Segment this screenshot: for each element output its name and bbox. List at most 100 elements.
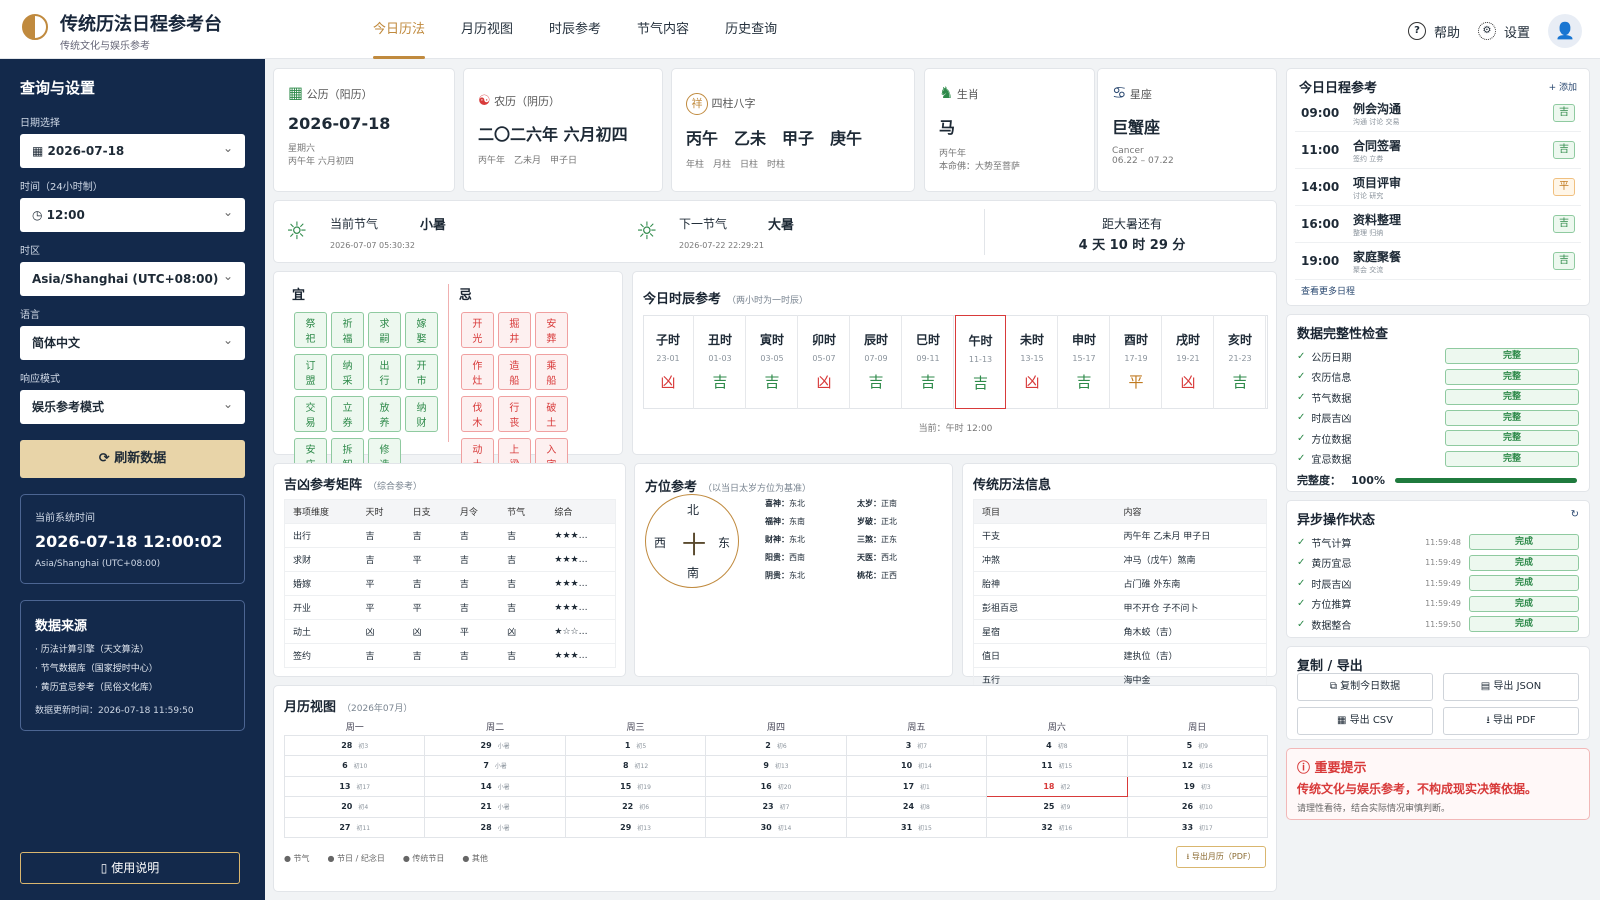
calendar-day[interactable]: 8 初12 (564, 755, 707, 777)
export-csv-button[interactable]: ▦ 导出 CSV (1297, 707, 1433, 735)
schedule-item[interactable]: 16:00 资料整理 整理 归纳 吉 (1295, 206, 1581, 243)
hour-cell[interactable]: 巳时 09-11 吉 (903, 315, 954, 409)
export-json-button[interactable]: ▤ 导出 JSON (1443, 673, 1579, 701)
yi-tag: 交易 (294, 396, 327, 432)
calendar-day[interactable]: 4 初8 (986, 734, 1128, 756)
async-time: 11:59:48 (1425, 537, 1461, 547)
gear-icon[interactable]: ⚙ (1477, 22, 1496, 40)
calendar-day[interactable]: 6 初10 (283, 755, 426, 777)
calendar-day[interactable]: 9 初13 (705, 755, 847, 777)
hour-cell[interactable]: 卯时 05-07 凶 (799, 315, 850, 409)
hour-cell[interactable]: 寅时 03-05 吉 (747, 315, 798, 409)
calendar-day[interactable]: 28 初3 (283, 734, 426, 756)
async-item: ✓ 黄历宜忌 11:59:49 完成 (1297, 553, 1579, 574)
calendar-day[interactable]: 29 小暑 (424, 734, 566, 756)
mode-select[interactable]: 娱乐参考模式 (20, 387, 245, 424)
calendar-day[interactable]: 26 初10 (1126, 796, 1269, 818)
calendar-day[interactable]: 1 初5 (564, 734, 707, 756)
language-select[interactable]: 简体中文 (20, 323, 245, 360)
usage-button[interactable]: ▯ 使用说明 (20, 852, 240, 884)
info-cell: 彭祖百忌 (973, 595, 1104, 620)
hour-cell[interactable]: 午时 11-13 吉 (955, 315, 1006, 409)
calendar-day[interactable]: 12 初16 (1126, 755, 1269, 777)
calendar-day[interactable]: 10 初14 (845, 755, 988, 777)
calendar-day[interactable]: 3 初7 (845, 734, 988, 756)
calendar-day[interactable]: 15 初19 (564, 775, 707, 797)
help-icon[interactable]: ? (1407, 22, 1426, 40)
calendar-day[interactable]: 32 初16 (986, 816, 1128, 838)
tab-month[interactable]: 月历视图 (443, 0, 531, 59)
calendar-day[interactable]: 16 初20 (705, 775, 847, 797)
schedule-item[interactable]: 19:00 家庭聚餐 聚会 交流 吉 (1295, 243, 1581, 280)
ji-tag: 开光 (460, 312, 494, 348)
user-avatar-icon[interactable]: 👤 (1548, 14, 1582, 48)
tab-history[interactable]: 历史查询 (707, 0, 795, 59)
calendar-day[interactable]: 25 初9 (986, 796, 1128, 818)
matrix-card: 吉凶参考矩阵 （综合参考） 事项维度 天时 日支 月令 节气 综合 出行吉吉吉吉 ★★★… 求财吉… (273, 463, 626, 677)
copy-button[interactable]: ⧉ 复制今日数据 (1297, 673, 1433, 701)
time-select[interactable]: ◷ 12:00 (20, 195, 245, 232)
calendar-day[interactable]: 23 初7 (705, 796, 847, 818)
calendar-day[interactable]: 22 初6 (564, 796, 707, 818)
tab-hours[interactable]: 时辰参考 (531, 0, 619, 59)
calendar-day[interactable]: 24 初8 (845, 796, 988, 818)
calendar-day[interactable]: 27 初11 (283, 816, 426, 838)
hour-cell[interactable]: 子时 23-01 凶 (643, 315, 694, 409)
hour-cell[interactable]: 丑时 01-03 吉 (695, 315, 746, 409)
settings-link[interactable]: 设置 (1504, 22, 1530, 41)
calendar-day[interactable]: 28 小暑 (424, 816, 566, 838)
calendar-day[interactable]: 33 初17 (1126, 816, 1269, 838)
calendar-table: 周一 周二 周三 周四 周五 周六 周日 28 初3 29 小暑 1 初5 2 初6 3 初7 4 初8 5 初9 6 初1… (283, 719, 1269, 838)
schedule-item[interactable]: 11:00 合同签署 签约 立券 吉 (1295, 132, 1581, 169)
schedule-item[interactable]: 09:00 例会沟通 沟通 讨论 交易 吉 (1295, 95, 1581, 132)
hour-cell[interactable]: 申时 15-17 吉 (1059, 315, 1110, 409)
legend-dot-icon: ● (402, 854, 413, 863)
calendar-day[interactable]: 5 初9 (1126, 734, 1269, 756)
calendar-day[interactable]: 30 初14 (705, 816, 847, 838)
refresh-button[interactable]: ⟳ 刷新数据 (20, 440, 245, 478)
weekday-header: 周六 (1047, 723, 1066, 734)
matrix-cell: 吉 (357, 643, 405, 668)
help-link[interactable]: 帮助 (1434, 22, 1460, 41)
calendar-day[interactable]: 20 初4 (283, 796, 426, 818)
schedule-item[interactable]: 14:00 项目评审 讨论 研究 平 (1295, 169, 1581, 206)
refresh-icon[interactable]: ↻ (1571, 509, 1579, 528)
direction-value: 西南 (789, 553, 805, 562)
hour-cell[interactable]: 酉时 17-19 平 (1111, 315, 1162, 409)
more-schedule-link[interactable]: 查看更多日程 (1295, 280, 1581, 301)
export-pdf-button[interactable]: ⭳ 导出 PDF (1443, 707, 1579, 735)
hour-cell[interactable]: 未时 13-15 凶 (1007, 315, 1058, 409)
calendar-day[interactable]: 29 初13 (564, 816, 707, 838)
schedule-desc: 讨论 研究 (1353, 191, 1384, 200)
hour-cell[interactable]: 亥时 21-23 吉 (1215, 315, 1266, 409)
calendar-day[interactable]: 14 小暑 (424, 775, 566, 797)
calendar-day[interactable]: 7 小暑 (424, 755, 566, 777)
tab-solar-terms[interactable]: 节气内容 (619, 0, 707, 59)
direction-key: 岁破： (857, 517, 881, 526)
yi-tag: 出行 (368, 354, 401, 390)
date-select[interactable]: ▦ 2026-07-18 (20, 131, 245, 168)
tab-today[interactable]: 今日历法 (355, 0, 443, 59)
zodiac-year: 丙午年 (939, 149, 967, 159)
calendar-day[interactable]: 2 初6 (705, 734, 847, 756)
calendar-day[interactable]: 18 初2 (986, 775, 1128, 797)
calendar-day[interactable]: 21 小暑 (424, 796, 566, 818)
add-schedule-button[interactable]: + 添加 (1549, 80, 1577, 93)
day-number: 15 (620, 781, 632, 791)
integrity-name: 宜忌数据 (1311, 455, 1352, 467)
matrix-cell: 吉 (404, 523, 452, 548)
timezone-select[interactable]: Asia/Shanghai (UTC+08:00) (20, 259, 245, 296)
calendar-day[interactable]: 11 初15 (986, 755, 1128, 777)
calendar-day[interactable]: 13 初17 (283, 775, 426, 797)
hour-name: 戌时 (1175, 333, 1200, 347)
lunar-label: 农历（阴历） (494, 95, 561, 108)
copy-label: 复制今日数据 (1340, 681, 1401, 692)
hour-cell[interactable]: 戌时 19-21 凶 (1163, 315, 1214, 409)
matrix-cell: 吉 (499, 571, 547, 596)
hour-cell[interactable]: 辰时 07-09 吉 (851, 315, 902, 409)
bazi-columns: 年柱 月柱 日柱 时柱 (686, 160, 786, 170)
calendar-day[interactable]: 31 初15 (845, 816, 988, 838)
calendar-day[interactable]: 19 初3 (1126, 775, 1269, 797)
export-calendar-button[interactable]: ⭳ 导出月历（PDF） (1176, 846, 1266, 868)
calendar-day[interactable]: 17 初1 (845, 775, 988, 797)
